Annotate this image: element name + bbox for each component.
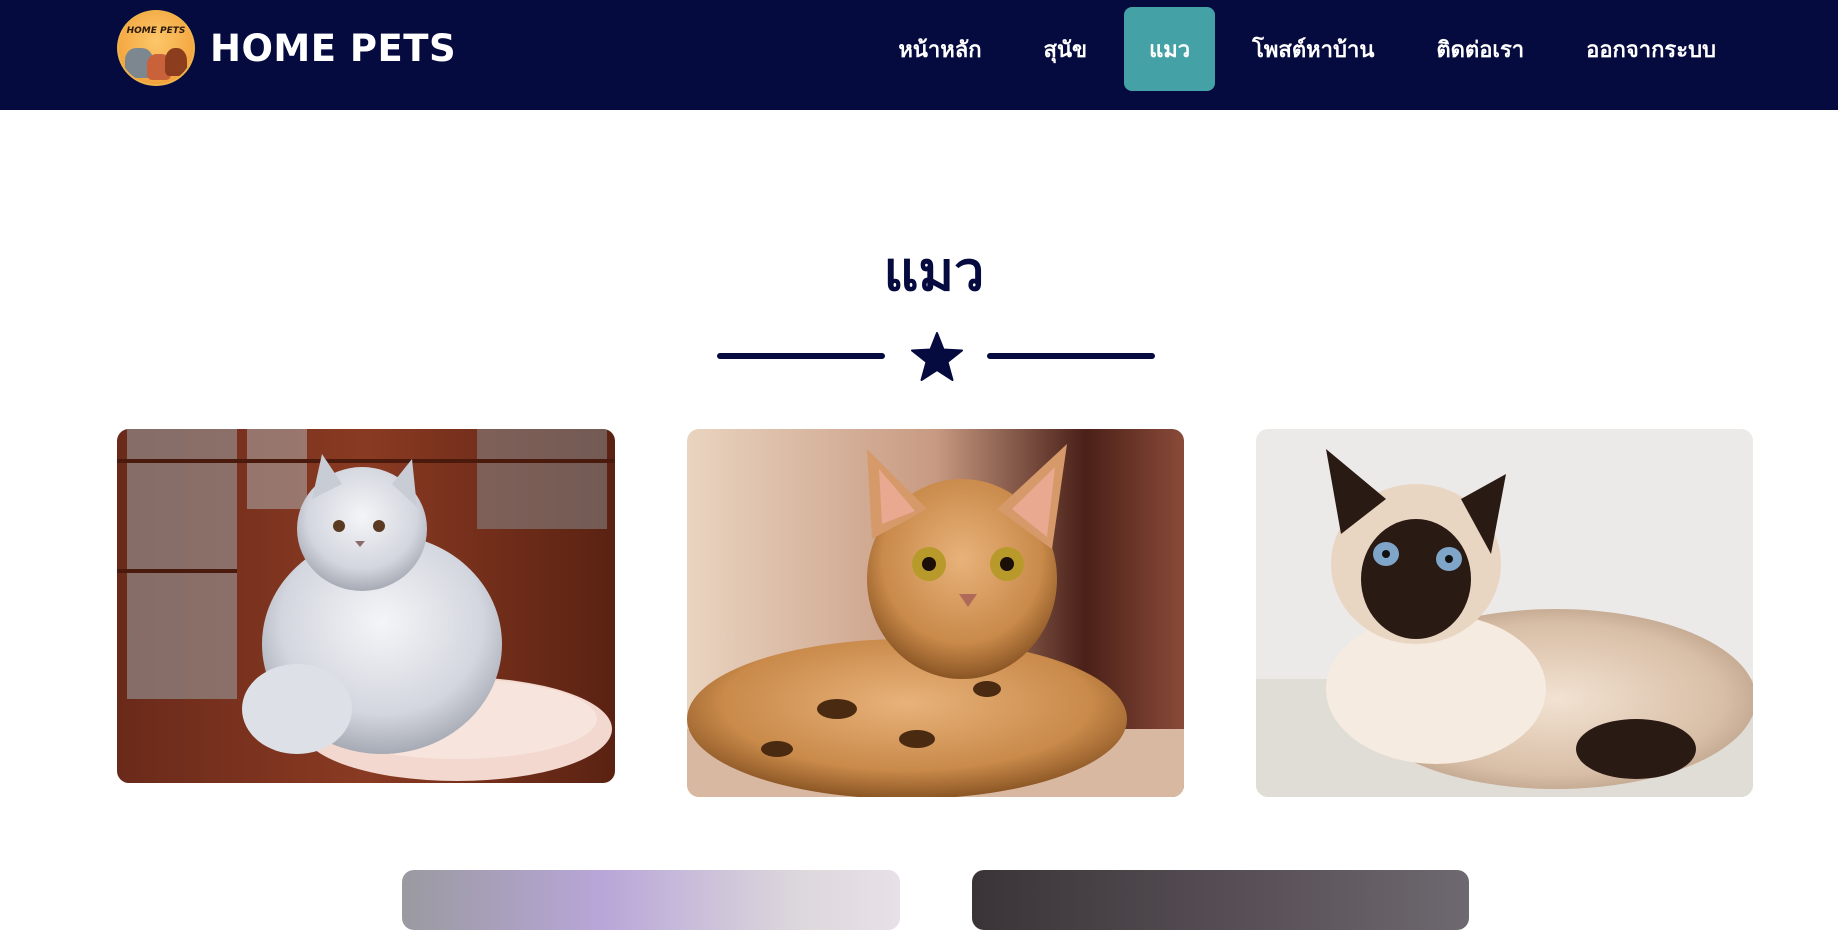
nav-item-home[interactable]: หน้าหลัก	[873, 7, 1006, 91]
logo-dog-shape	[165, 48, 187, 76]
navbar: HOME PETS HOME PETS หน้าหลัก สุนัข แมว โ…	[0, 0, 1838, 110]
nav-item-contact[interactable]: ติดต่อเรา	[1411, 7, 1549, 91]
brand-link[interactable]: HOME PETS HOME PETS	[117, 10, 456, 86]
persian-cat-photo[interactable]	[117, 429, 615, 783]
nav-item-dogs[interactable]: สุนัข	[1019, 7, 1113, 91]
page-title: แมว	[883, 240, 985, 303]
divider-line-left	[717, 353, 885, 359]
cat-photo[interactable]	[972, 870, 1469, 930]
siamese-cat-photo[interactable]	[1256, 429, 1753, 797]
logo-text: HOME PETS	[126, 26, 186, 36]
brand-title: HOME PETS	[210, 26, 457, 70]
star-icon	[911, 332, 963, 381]
nav-item-cats[interactable]: แมว	[1124, 7, 1216, 91]
nav-item-adoption-post[interactable]: โพสต์หาบ้าน	[1227, 7, 1399, 91]
divider-line-right	[987, 353, 1155, 359]
bengal-cat-photo[interactable]	[687, 429, 1184, 797]
logo-image: HOME PETS	[117, 10, 195, 86]
nav-menu: หน้าหลัก สุนัข แมว โพสต์หาบ้าน ติดต่อเรา…	[861, 7, 1838, 91]
cat-photo[interactable]	[402, 870, 900, 930]
nav-item-logout[interactable]: ออกจากระบบ	[1561, 7, 1741, 91]
title-divider	[717, 332, 1155, 382]
